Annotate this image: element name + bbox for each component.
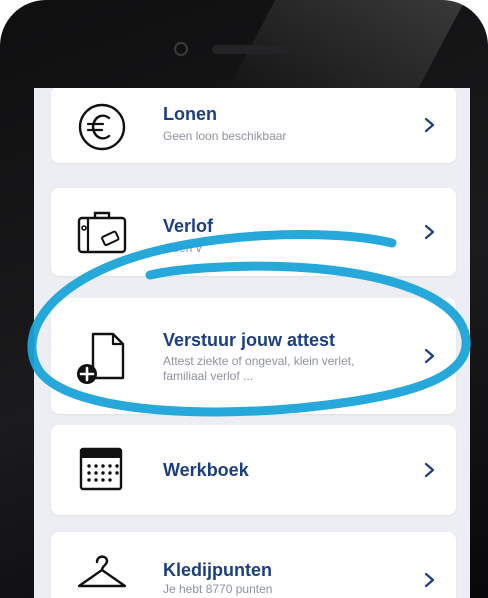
menu-item-title: Verlof	[163, 216, 214, 236]
menu-item-kledijpunten[interactable]: Kledijpunten Je hebt 8770 punten	[51, 532, 456, 598]
menu-item-subtitle: Geen v	[163, 241, 202, 255]
chevron-right-icon	[424, 462, 435, 478]
euro-icon	[78, 103, 126, 151]
menu-item-subtitle: Je hebt 8770 punten	[163, 582, 273, 596]
menu-item-werkboek[interactable]: Werkboek	[51, 425, 456, 515]
front-camera	[174, 42, 188, 56]
phone-frame: Lonen Geen loon beschikbaar Verlof Geen …	[0, 0, 488, 598]
chevron-right-icon	[424, 572, 435, 588]
chevron-right-icon	[424, 348, 435, 364]
menu-item-verstuur-attest[interactable]: Verstuur jouw attest Attest ziekte of on…	[51, 298, 456, 414]
earpiece-speaker	[212, 45, 290, 54]
menu-item-title: Verstuur jouw attest	[163, 330, 336, 350]
menu-item-subtitle-line-1: Attest ziekte of ongeval, klein verlet,	[163, 354, 355, 368]
menu-item-subtitle: Geen loon beschikbaar	[163, 129, 287, 143]
suitcase-icon	[77, 211, 127, 254]
menu-item-verlof[interactable]: Verlof Geen v	[51, 188, 456, 276]
calendar-icon	[79, 447, 123, 491]
app-screen: Lonen Geen loon beschikbaar Verlof Geen …	[34, 88, 470, 598]
hanger-icon	[77, 555, 127, 588]
chevron-right-icon	[424, 224, 435, 240]
menu-item-title: Werkboek	[163, 460, 249, 480]
menu-item-lonen[interactable]: Lonen Geen loon beschikbaar	[51, 88, 456, 163]
document-add-icon	[77, 332, 125, 384]
menu-item-title: Kledijpunten	[163, 560, 272, 580]
menu-item-title: Lonen	[163, 104, 217, 124]
menu-item-subtitle-line-2: familiaal verlof ...	[163, 369, 254, 383]
chevron-right-icon	[424, 117, 435, 133]
